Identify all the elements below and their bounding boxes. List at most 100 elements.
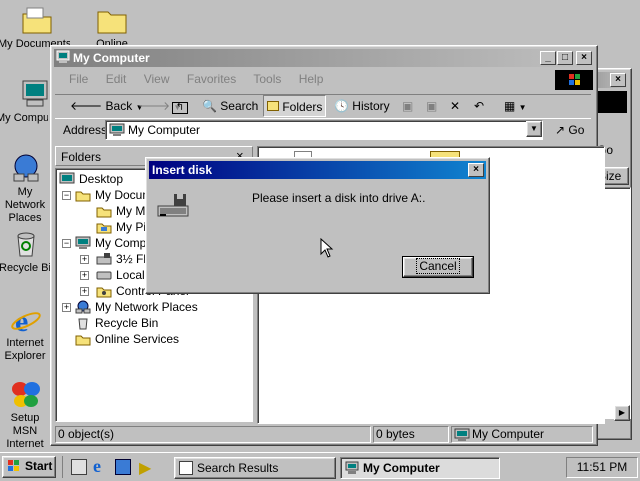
address-bar: Address My Computer ▼ ↗ Go [55, 118, 591, 142]
expand-icon[interactable]: + [80, 287, 89, 296]
folder-icon [21, 4, 53, 36]
folders-pane-title: Folders [61, 150, 102, 164]
desktop-icon-label: Setup MSN Internet [6, 412, 44, 450]
status-size: 0 bytes [373, 426, 449, 443]
desktop-icon-online[interactable]: Online [74, 4, 150, 46]
folder-icon [75, 188, 91, 202]
address-field[interactable]: My Computer ▼ [105, 120, 543, 140]
start-label: Start [25, 459, 53, 473]
minimize-button[interactable]: _ [540, 51, 556, 65]
collapse-icon[interactable]: − [62, 191, 71, 200]
recycle-bin-icon [10, 228, 42, 260]
search-button[interactable]: 🔍 Search [199, 95, 261, 117]
media-player-icon[interactable]: ▶ [139, 458, 151, 478]
desktop-icon-label: My Network Places [4, 186, 46, 224]
copy-to-button[interactable]: ▣ [423, 95, 440, 117]
up-folder-icon: ↰ [172, 102, 188, 114]
internet-explorer-icon: e [10, 303, 42, 338]
cancel-button[interactable]: Cancel [402, 256, 474, 278]
search-icon: 🔍 [202, 99, 217, 113]
windows-logo-icon [595, 91, 627, 113]
close-button[interactable]: × [468, 163, 484, 177]
desktop-icon-label: Recycle Bin [0, 262, 51, 274]
views-button[interactable]: ▦ ▼ [501, 95, 530, 117]
expand-icon[interactable]: + [62, 303, 71, 312]
menu-file[interactable]: File [69, 72, 88, 86]
quick-launch: e ▶ [62, 456, 166, 478]
expand-icon[interactable]: + [80, 255, 89, 264]
task-my-computer[interactable]: My Computer [340, 457, 500, 479]
desktop-icon-label: Internet Explorer [4, 337, 46, 362]
tree-item-online-services[interactable]: Online Services [75, 331, 179, 347]
folders-button[interactable]: Folders [263, 95, 327, 117]
status-location: My Computer [451, 426, 593, 443]
menu-edit[interactable]: Edit [106, 72, 127, 86]
go-label: Go [568, 123, 585, 137]
menu-view[interactable]: View [144, 72, 170, 86]
menu-help[interactable]: Help [299, 72, 324, 86]
maximize-button[interactable]: □ [557, 51, 573, 65]
computer-icon [19, 78, 51, 110]
move-to-button[interactable]: ▣ [399, 95, 416, 117]
search-icon [179, 461, 193, 475]
history-icon: 🕓 [334, 99, 349, 113]
desktop-icon-recycle-bin[interactable]: Recycle Bin [0, 228, 57, 275]
taskbar: Start e ▶ Search Results My Computer 11:… [0, 452, 640, 480]
outlook-express-icon[interactable] [115, 459, 131, 475]
back-arrow-icon: 🡐 [70, 99, 103, 113]
collapse-icon[interactable]: − [62, 239, 71, 248]
expand-icon[interactable]: + [80, 271, 89, 280]
start-button[interactable]: Start [2, 456, 56, 478]
address-dropdown-button[interactable]: ▼ [526, 121, 542, 137]
undo-button[interactable]: ↶ [471, 95, 487, 117]
folders-icon [267, 101, 279, 111]
close-button[interactable]: × [576, 51, 592, 65]
toolbar: 🡐 Back ▼ 🡒 ▼ ↰ 🔍 Search Folders 🕓 Histor… [55, 94, 591, 117]
explorer-titlebar[interactable]: My Computer _ □ × [54, 49, 594, 67]
scroll-right-button[interactable]: ▶ [614, 405, 630, 421]
up-folder-button[interactable]: ↰ [169, 95, 191, 117]
tree-item-recycle-bin[interactable]: Recycle Bin [75, 315, 158, 331]
hard-drive-icon [96, 268, 112, 282]
desktop-icon-label: My Computer [0, 112, 48, 124]
tree-item-network-places[interactable]: My Network Places [75, 299, 198, 315]
back-label: Back [105, 99, 133, 113]
desktop-icon [59, 172, 75, 186]
history-label: History [352, 99, 390, 113]
insert-disk-dialog: Insert disk × Please insert a disk into … [145, 157, 490, 294]
folder-icon [96, 4, 128, 36]
desktop-icon-my-documents[interactable]: My Documents [0, 4, 76, 51]
go-button[interactable]: ↗ Go [555, 123, 584, 137]
search-label: Search [220, 99, 259, 113]
floppy-drive-icon [96, 252, 112, 266]
computer-icon [345, 461, 359, 475]
task-search-results[interactable]: Search Results [174, 457, 336, 479]
floppy-drive-icon [156, 192, 190, 220]
folders-label: Folders [282, 100, 323, 114]
show-desktop-icon[interactable] [71, 459, 87, 475]
dialog-message: Please insert a disk into drive A:. [252, 191, 426, 205]
close-button[interactable]: × [610, 73, 626, 87]
history-button[interactable]: 🕓 History [331, 95, 393, 117]
delete-button[interactable]: ✕ [447, 95, 463, 117]
system-tray: 11:51 PM [566, 457, 638, 478]
window-title: My Computer [73, 51, 150, 65]
tree-item-desktop[interactable]: Desktop [59, 171, 123, 187]
address-value: My Computer [128, 123, 201, 137]
computer-icon [56, 50, 70, 64]
clock[interactable]: 11:51 PM [577, 460, 627, 474]
menu-favorites[interactable]: Favorites [187, 72, 236, 86]
desktop-icon-internet-explorer[interactable]: e Internet Explorer [0, 303, 57, 363]
status-object-count: 0 object(s) [55, 426, 371, 443]
computer-icon [109, 123, 125, 137]
forward-arrow-icon: 🡒 [138, 99, 171, 113]
menu-tools[interactable]: Tools [253, 72, 281, 86]
desktop-icon-network[interactable]: My Network Places [0, 152, 57, 225]
address-label: Address [63, 123, 108, 137]
status-bar: 0 object(s) 0 bytes My Computer [55, 426, 593, 444]
desktop-icon-setup-msn[interactable]: Setup MSN Internet [0, 378, 57, 451]
internet-explorer-icon[interactable]: e [93, 456, 101, 477]
dialog-titlebar[interactable]: Insert disk × [149, 161, 486, 179]
msn-butterfly-icon [10, 378, 42, 410]
network-icon [10, 152, 42, 184]
